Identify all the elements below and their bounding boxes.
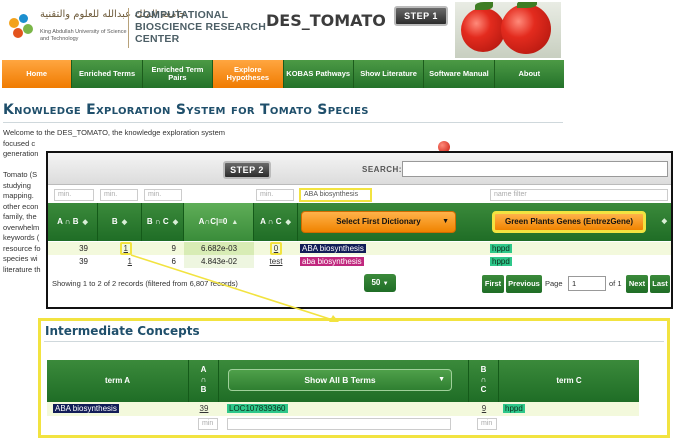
col-b[interactable]: B ◆ xyxy=(98,203,142,241)
site-header: جامعة الملك عبدالله للعلوم والتقنية King… xyxy=(0,0,675,60)
pager-page-input[interactable]: 1 xyxy=(568,276,606,291)
sort-icon: ▲ xyxy=(231,219,239,226)
nav-enriched-term-pairs[interactable]: Enriched Term Pairs xyxy=(142,60,214,88)
caret-down-icon: ▼ xyxy=(382,281,389,287)
table-row[interactable]: 39 1 9 6.682e-03 0 ABA biosynthesis hppd xyxy=(48,242,671,255)
section-divider xyxy=(44,341,664,342)
intro-line: Welcome to the DES_TOMATO, the knowledge… xyxy=(3,128,226,137)
intermediate-row[interactable]: ABA biosynthesis 39 LOC107839360 9 hppd xyxy=(47,402,639,416)
search-input[interactable] xyxy=(402,161,668,177)
cell-pvalue: 6.682e-03 xyxy=(184,242,254,255)
intro-line: focused c xyxy=(3,138,36,148)
cell-b-and-c: 6 xyxy=(171,257,176,266)
caret-down-icon: ▼ xyxy=(438,376,445,383)
col-pvalue[interactable]: A∩C|=0 ▲ xyxy=(184,203,254,241)
intermediate-filter-row: min min xyxy=(47,417,639,431)
page-size-dropdown[interactable]: 50 ▼ xyxy=(364,274,396,292)
nav-kobas-pathways[interactable]: KOBAS Pathways xyxy=(283,60,354,88)
records-info: Showing 1 to 2 of 2 records (filtered fr… xyxy=(52,279,238,288)
cell-b[interactable]: 1 xyxy=(98,255,132,268)
title-divider xyxy=(3,122,563,123)
intermediate-table-header: term A A ∩ B B ∩ C term C Show All B Terms ▼ xyxy=(47,360,639,402)
header-divider xyxy=(128,8,129,48)
panel-toolbar: STEP 2 SEARCH: xyxy=(48,153,671,185)
ic-col-a-and-b[interactable]: A ∩ B xyxy=(189,360,219,402)
col-a-and-c[interactable]: A ∩ C ◆ xyxy=(254,203,298,241)
pager-next-button[interactable]: Next xyxy=(626,275,648,293)
ic-cell-term-a[interactable]: ABA biosynthesis xyxy=(53,402,119,415)
filter-b-and-c-min[interactable]: min. xyxy=(144,189,182,201)
caret-down-icon: ▼ xyxy=(442,218,449,225)
column-filter-row: min. min. min. min. ABA biosynthesis nam… xyxy=(48,186,671,203)
pager-first-button[interactable]: First xyxy=(482,275,504,293)
ic-col-b-and-c[interactable]: B ∩ C xyxy=(469,360,499,402)
sort-icon: ◆ xyxy=(82,219,88,226)
second-dictionary-dropdown[interactable]: Green Plants Genes (EntrezGene) xyxy=(492,211,646,233)
cell-term-c[interactable]: hppd xyxy=(490,255,512,268)
app-title: DES_TOMATO xyxy=(266,11,386,30)
page-title: Knowledge Exploration System for Tomato … xyxy=(3,102,369,118)
hypothesis-table-panel: STEP 2 SEARCH: min. min. min. min. ABA b… xyxy=(46,151,673,309)
filter-a-and-b-min[interactable]: min. xyxy=(54,189,94,201)
cell-a-and-c[interactable]: 0 xyxy=(254,242,298,255)
sort-icon: ◆ xyxy=(172,219,179,226)
ic-filter-term-b[interactable] xyxy=(227,418,451,430)
step1-badge: STEP 1 xyxy=(394,6,448,26)
filter-b-min[interactable]: min. xyxy=(100,189,138,201)
nav-show-literature[interactable]: Show Literature xyxy=(353,60,425,88)
show-all-b-terms-dropdown[interactable]: Show All B Terms ▼ xyxy=(228,369,452,391)
ic-col-term-a[interactable]: term A xyxy=(47,360,189,402)
cell-term-a[interactable]: ABA biosynthesis xyxy=(300,242,366,255)
filter-name-c[interactable]: name filter xyxy=(490,189,668,201)
intermediate-concepts-title: Intermediate Concepts xyxy=(45,324,200,338)
filter-term-a[interactable]: ABA biosynthesis xyxy=(299,188,372,202)
nav-software-manual[interactable]: Software Manual xyxy=(424,60,495,88)
filter-a-and-c-min[interactable]: min. xyxy=(256,189,294,201)
ic-cell-a-and-b[interactable]: 39 xyxy=(189,402,219,415)
sort-icon: ◆ xyxy=(121,219,128,226)
col-b-and-c[interactable]: B ∩ C ◆ xyxy=(142,203,184,241)
col-a-and-b[interactable]: A ∩ B ◆ xyxy=(48,203,98,241)
university-name-english: King Abdullah University of Science and … xyxy=(40,29,127,42)
cell-term-a[interactable]: aba biosynthesis xyxy=(300,255,364,268)
cell-b[interactable]: 1 xyxy=(98,242,132,255)
kaust-logo-icon xyxy=(7,12,37,42)
sort-icon: ◆ xyxy=(661,218,667,225)
ic-col-term-c[interactable]: term C xyxy=(499,360,639,402)
nav-about[interactable]: About xyxy=(494,60,564,88)
nav-home[interactable]: Home xyxy=(2,60,73,88)
select-first-dictionary-dropdown[interactable]: Select First Dictionary ▼ xyxy=(301,211,456,233)
tomato-photo xyxy=(455,2,561,58)
cell-a-and-b: 39 xyxy=(79,257,88,266)
ic-filter-a-and-b-min[interactable]: min xyxy=(198,418,218,430)
nav-explore-hypotheses[interactable]: Explore Hypotheses xyxy=(213,60,284,88)
nav-enriched-terms[interactable]: Enriched Terms xyxy=(72,60,143,88)
pager-last-button[interactable]: Last xyxy=(650,275,670,293)
cell-a-and-c[interactable]: test xyxy=(254,255,298,268)
intermediate-concepts-panel: Intermediate Concepts term A A ∩ B B ∩ C ter… xyxy=(38,318,670,438)
cell-term-c[interactable]: hppd xyxy=(490,242,512,255)
cell-a-and-b: 39 xyxy=(79,244,88,253)
table-header: A ∩ B ◆ B ◆ B ∩ C ◆ A∩C|=0 ▲ A ∩ C ◆ ◆ Select… xyxy=(48,203,671,241)
research-center-name: COMPUTATIONAL BIOSCIENCE RESEARCH CENTER xyxy=(135,9,266,45)
table-row[interactable]: 39 1 6 4.843e-02 test aba biosynthesis h… xyxy=(48,255,671,268)
ic-cell-b-and-c[interactable]: 9 xyxy=(469,402,499,415)
main-nav: Home Enriched Terms Enriched Term Pairs … xyxy=(2,60,564,88)
cell-b-and-c: 9 xyxy=(171,244,176,253)
sort-icon: ◆ xyxy=(285,219,291,226)
ic-cell-term-c[interactable]: hppd xyxy=(503,402,525,415)
ic-cell-term-b[interactable]: LOC107839360 xyxy=(227,402,288,415)
pager-of-label: of 1 xyxy=(609,279,622,288)
cell-pvalue: 4.843e-02 xyxy=(184,255,254,268)
search-label: SEARCH: xyxy=(362,165,402,174)
step2-badge: STEP 2 xyxy=(223,161,271,179)
ic-filter-b-and-c-min[interactable]: min xyxy=(477,418,497,430)
pager-previous-button[interactable]: Previous xyxy=(506,275,542,293)
pager-page-label: Page xyxy=(545,279,563,288)
